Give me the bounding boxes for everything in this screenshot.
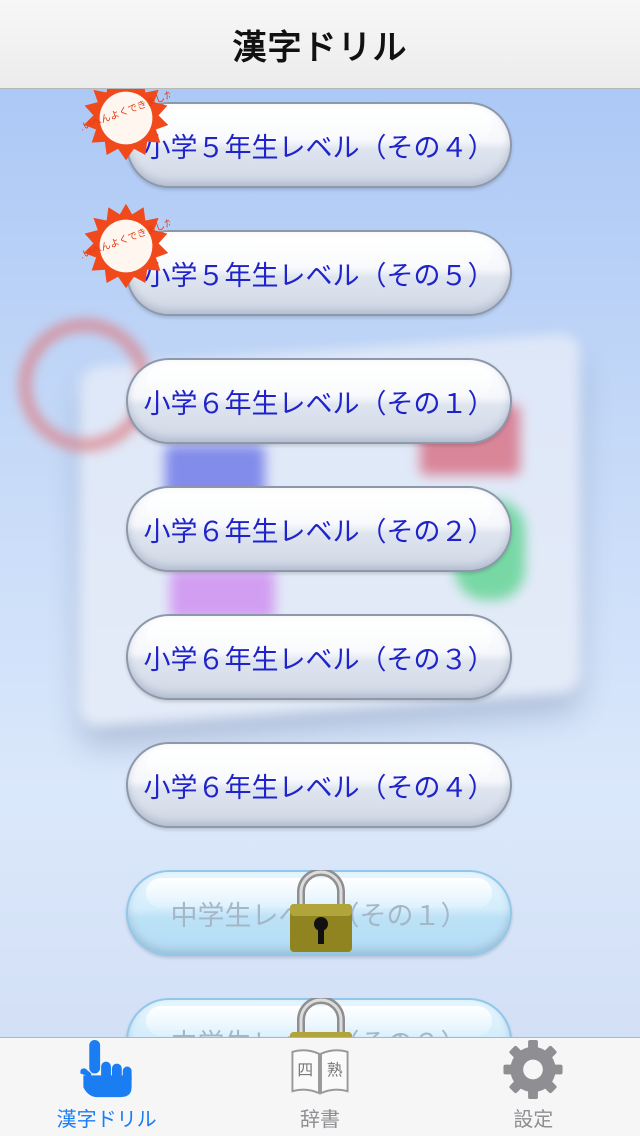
tab-bar: 漢字ドリル 四 熟 辞書 設定 [0,1037,640,1136]
level-button-elementary5-part4[interactable]: 小学５年生レベル（その４） [126,102,512,188]
nav-title: 漢字ドリル [232,27,408,68]
level-label: 小学６年生レベル（その２） [143,516,495,548]
level-label: 小学５年生レベル（その５） [143,260,495,292]
level-button-elementary6-part1[interactable]: 小学６年生レベル（その１） [126,358,512,444]
tab-label: 辞書 [299,1107,340,1131]
level-label: 小学６年生レベル（その３） [143,644,495,676]
level-button-elementary5-part5[interactable]: 小学５年生レベル（その５） [126,230,512,316]
level-label: 小学５年生レベル（その４） [143,132,495,164]
tab-dictionary[interactable]: 四 熟 辞書 [213,1038,426,1136]
background-square-purple [170,570,275,620]
pointing-hand-icon [79,1039,132,1098]
padlock-icon [290,870,352,952]
level-button-elementary6-part2[interactable]: 小学６年生レベル（その２） [126,486,512,572]
navigation-bar: 漢字ドリル [0,0,640,89]
tab-label: 設定 [513,1107,554,1131]
level-button-elementary6-part3[interactable]: 小学６年生レベル（その３） [126,614,512,700]
tab-kanji-drill[interactable]: 漢字ドリル [0,1038,213,1136]
level-label: 小学６年生レベル（その４） [143,772,495,804]
tab-label: 漢字ドリル [56,1107,157,1131]
excellent-stamp-icon: たいへんよくできました [82,203,170,289]
tab-settings[interactable]: 設定 [427,1038,640,1136]
book-icon: 四 熟 [291,1049,349,1095]
book-char-right: 熟 [327,1060,343,1079]
book-char-left: 四 [297,1060,313,1079]
level-label: 小学６年生レベル（その１） [143,388,495,420]
screen: 漢字ドリル 小学５年生レベル（その４） たいへんよくできました 小学５年生レベル… [0,0,640,1136]
level-button-elementary6-part4[interactable]: 小学６年生レベル（その４） [126,742,512,828]
gear-icon [503,1039,563,1100]
